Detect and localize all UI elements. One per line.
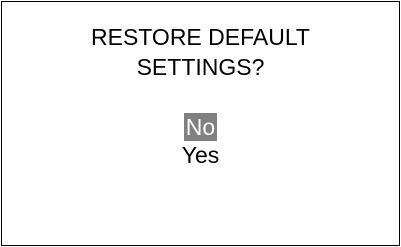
dialog-title-line-1: RESTORE DEFAULT (91, 24, 310, 50)
option-no[interactable]: No (183, 113, 218, 141)
device-screen: RESTORE DEFAULT SETTINGS? No Yes (1, 1, 400, 246)
dialog-title: RESTORE DEFAULT SETTINGS? (2, 22, 399, 82)
option-yes[interactable]: Yes (180, 141, 222, 169)
option-menu: No Yes (2, 113, 399, 169)
dialog-title-line-2: SETTINGS? (136, 54, 265, 80)
